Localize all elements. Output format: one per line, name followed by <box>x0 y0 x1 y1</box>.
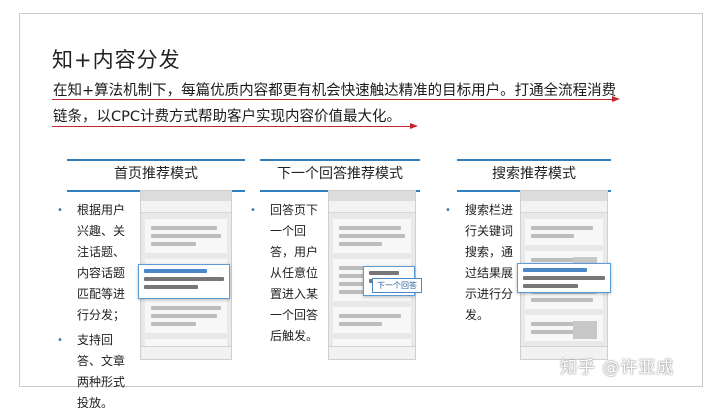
bullet-item: • 根据用户兴趣、关注话题、内容话题匹配等进行分发； <box>57 200 135 326</box>
intro-paragraph: 在知+算法机制下，每篇优质内容都更有机会快速触达精准的目标用户。打通全流程消费链… <box>53 83 617 125</box>
bullet-dot-icon: • <box>57 205 63 216</box>
column-heading-homepage: 首页推荐模式 <box>67 159 245 192</box>
bullet-item: • 回答页下一个回答，用户从任意位置进入某一个回答后触发。 <box>250 200 325 347</box>
bullet-dot-icon: • <box>57 335 63 346</box>
heading-top-bar <box>260 159 420 161</box>
bullet-text: 支持回答、文章两种形式投放。 <box>77 333 126 410</box>
bullet-item: • 支持回答、文章两种形式投放。 <box>57 330 135 414</box>
underline-arrow-2 <box>410 123 418 129</box>
bullet-list-search: • 搜索栏进行关键词搜索，通过结果展示进行分发。 <box>445 200 519 330</box>
intro-underline-1 <box>52 99 614 100</box>
bullet-dot-icon: • <box>445 205 451 216</box>
column-heading-text: 首页推荐模式 <box>114 166 198 182</box>
column-heading-text: 搜索推荐模式 <box>492 166 576 182</box>
heading-top-bar <box>67 159 245 161</box>
heading-top-bar <box>457 159 611 161</box>
bullet-list-homepage: • 根据用户兴趣、关注话题、内容话题匹配等进行分发； • 支持回答、文章两种形式… <box>57 200 135 418</box>
bullet-text: 回答页下一个回答，用户从任意位置进入某一个回答后触发。 <box>270 203 319 343</box>
watermark: 知乎 @许亚成 <box>560 358 675 378</box>
column-heading-search: 搜索推荐模式 <box>457 159 611 192</box>
intro-underline-2 <box>52 126 412 127</box>
column-heading-text: 下一个回答推荐模式 <box>277 166 403 182</box>
next-answer-button[interactable]: 下一个回答 <box>372 278 422 293</box>
bullet-dot-icon: • <box>250 205 256 216</box>
underline-arrow-1 <box>612 96 620 102</box>
bullet-text: 根据用户兴趣、关注话题、内容话题匹配等进行分发； <box>77 203 126 322</box>
bullet-text: 搜索栏进行关键词搜索，通过结果展示进行分发。 <box>465 203 514 322</box>
bullet-list-next-answer: • 回答页下一个回答，用户从任意位置进入某一个回答后触发。 <box>250 200 325 351</box>
slide-title: 知+内容分发 <box>52 48 181 72</box>
bullet-item: • 搜索栏进行关键词搜索，通过结果展示进行分发。 <box>445 200 519 326</box>
search-result-popup <box>517 263 611 293</box>
promoted-card-popup <box>138 264 230 299</box>
column-heading-next-answer: 下一个回答推荐模式 <box>260 159 420 192</box>
